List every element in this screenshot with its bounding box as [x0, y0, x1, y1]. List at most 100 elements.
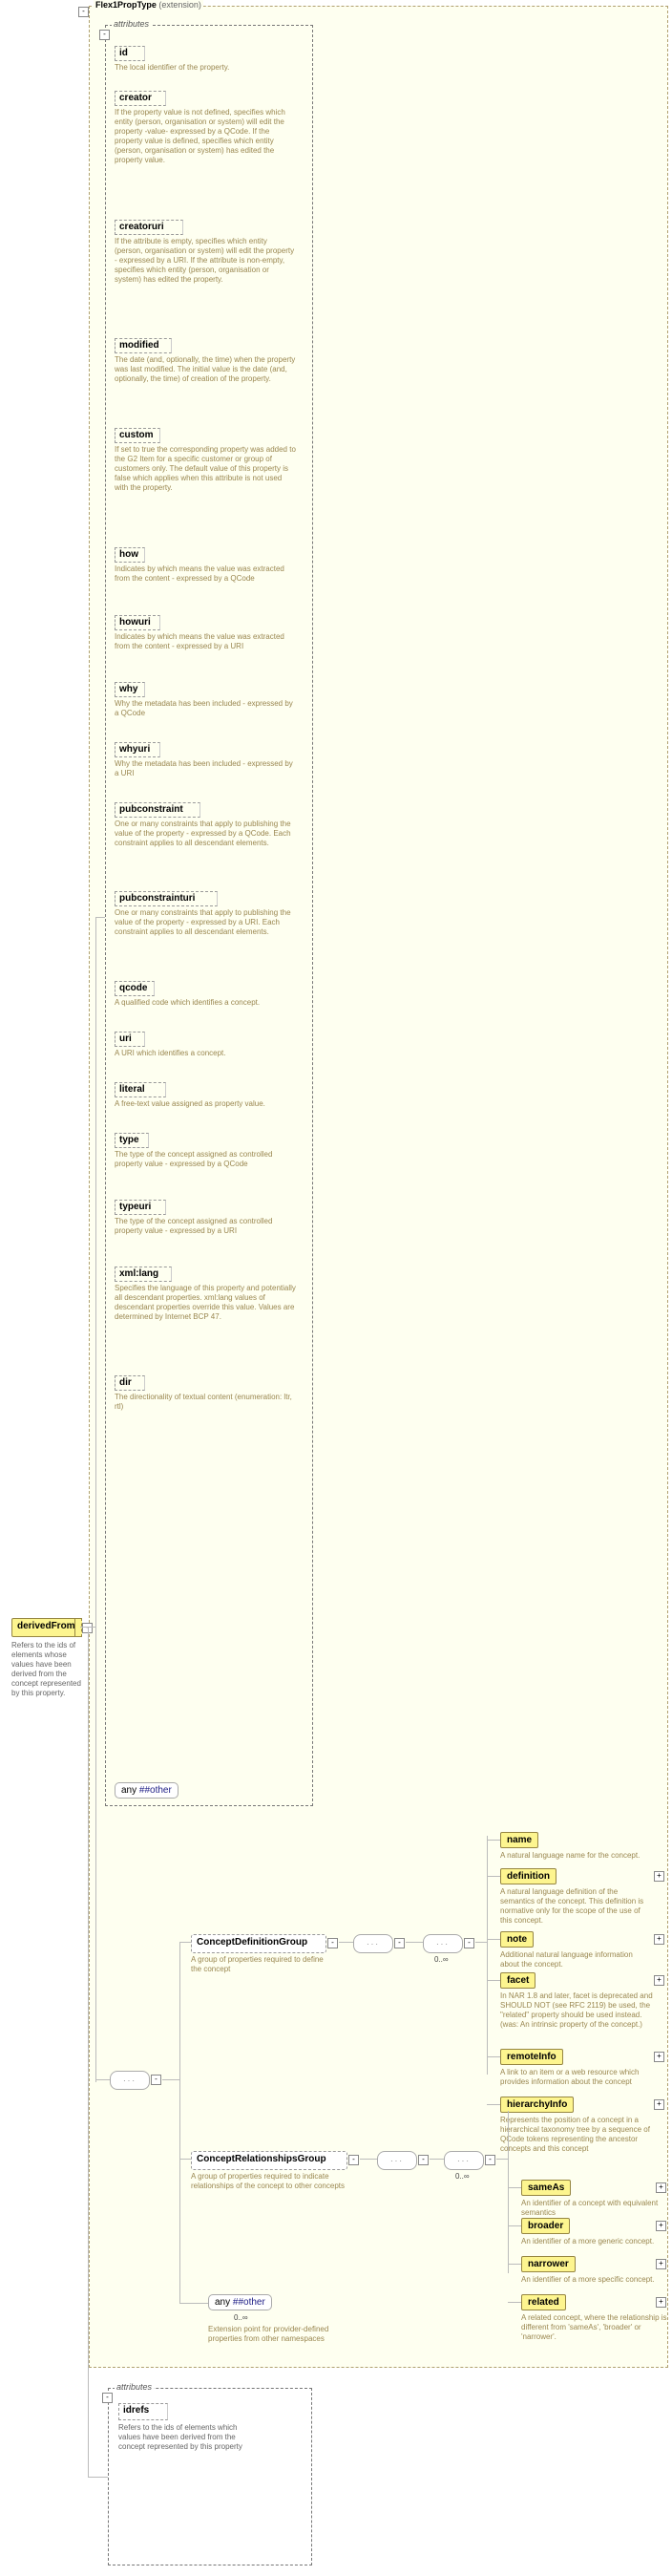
element-desc: A link to an item or a web resource whic… — [500, 2068, 653, 2087]
idrefs-desc: Refers to the ids of elements which valu… — [118, 2423, 242, 2452]
element-note[interactable]: note+Additional natural language informa… — [500, 1931, 662, 1969]
attribute-desc: If the attribute is empty, specifies whi… — [115, 237, 296, 285]
expand-icon[interactable]: - — [151, 2075, 161, 2085]
cardinality: 0..∞ — [234, 2313, 248, 2322]
attribute-how[interactable]: how — [115, 547, 145, 563]
element-label: definition — [500, 1868, 556, 1884]
any-other-desc: Extension point for provider-defined pro… — [208, 2325, 342, 2344]
sequence-connector[interactable]: ··· — [423, 1934, 463, 1953]
element-narrower[interactable]: narrower+An identifier of a more specifi… — [521, 2256, 664, 2285]
sequence-connector[interactable]: ··· — [444, 2151, 484, 2170]
attribute-label: xml:lang — [116, 1267, 171, 1280]
element-label: derivedFrom — [12, 1619, 81, 1633]
expand-icon[interactable]: - — [418, 2155, 429, 2165]
element-derivedFrom[interactable]: derivedFrom - — [11, 1618, 82, 1637]
element-desc: In NAR 1.8 and later, facet is deprecate… — [500, 1991, 653, 2030]
element-label: narrower — [521, 2256, 576, 2272]
group-desc: A group of properties required to define… — [191, 1955, 325, 1974]
attribute-xml-lang[interactable]: xml:lang — [115, 1267, 172, 1282]
expand-icon[interactable]: - — [394, 1938, 405, 1948]
element-definition[interactable]: definition +A natural language definition… — [500, 1868, 662, 1926]
expand-icon[interactable]: + — [656, 2182, 666, 2193]
attribute-idrefs[interactable]: idrefs — [118, 2403, 168, 2420]
element-hierarchyInfo[interactable]: hierarchyInfo+Represents the position of… — [500, 2097, 662, 2154]
collapse-icon[interactable]: - — [102, 2393, 113, 2403]
attribute-pubconstrainturi[interactable]: pubconstrainturi — [115, 891, 218, 906]
attribute-desc: The date (and, optionally, the time) whe… — [115, 355, 296, 384]
attribute-qcode[interactable]: qcode — [115, 981, 155, 996]
element-sameAs[interactable]: sameAs+An identifier of a concept with e… — [521, 2180, 664, 2218]
attribute-desc: Why the metadata has been included - exp… — [115, 759, 296, 778]
sequence-connector[interactable]: ··· — [377, 2151, 417, 2170]
attribute-label: whyuri — [116, 743, 159, 756]
element-remoteInfo[interactable]: remoteInfo +A link to an item or a web re… — [500, 2049, 662, 2087]
attribute-desc: The type of the concept assigned as cont… — [115, 1150, 296, 1169]
element-label: hierarchyInfo — [500, 2097, 574, 2113]
attribute-modified[interactable]: modified — [115, 338, 172, 353]
attribute-label: how — [116, 548, 144, 561]
attribute-label: literal — [116, 1083, 165, 1096]
attribute-desc: Why the metadata has been included - exp… — [115, 699, 296, 718]
element-label: related — [521, 2294, 566, 2310]
expand-icon[interactable]: + — [654, 1934, 664, 1945]
element-desc: An identifier of a concept with equivale… — [521, 2199, 672, 2218]
element-desc: Additional natural language information … — [500, 1950, 653, 1969]
attribute-label: type — [116, 1134, 148, 1146]
attribute-whyuri[interactable]: whyuri — [115, 742, 160, 757]
element-facet[interactable]: facet+In NAR 1.8 and later, facet is dep… — [500, 1972, 662, 2030]
attribute-label: idrefs — [119, 2404, 167, 2416]
element-desc: A natural language definition of the sem… — [500, 1887, 653, 1926]
attribute-typeuri[interactable]: typeuri — [115, 1200, 166, 1215]
attribute-label: creator — [116, 92, 165, 104]
attribute-uri[interactable]: uri — [115, 1032, 145, 1047]
collapse-icon[interactable]: - — [99, 30, 110, 40]
attribute-howuri[interactable]: howuri — [115, 615, 160, 630]
sequence-connector[interactable]: ··· — [110, 2071, 150, 2090]
expand-icon[interactable]: + — [656, 2297, 666, 2308]
attribute-desc: The type of the concept assigned as cont… — [115, 1217, 296, 1236]
element-name[interactable]: nameA natural language name for the conc… — [500, 1832, 662, 1861]
attribute-dir[interactable]: dir — [115, 1375, 145, 1391]
expand-icon[interactable]: + — [656, 2221, 666, 2231]
attribute-pubconstraint[interactable]: pubconstraint — [115, 802, 200, 818]
attribute-id[interactable]: id — [115, 46, 145, 61]
expand-icon[interactable]: + — [654, 1975, 664, 1986]
expand-icon[interactable]: - — [485, 2155, 495, 2165]
attribute-custom[interactable]: custom — [115, 428, 160, 443]
expand-icon[interactable]: + — [656, 2259, 666, 2269]
element-label: broader — [521, 2218, 570, 2234]
element-related[interactable]: related+A related concept, where the rel… — [521, 2294, 664, 2342]
attribute-label: uri — [116, 1033, 144, 1045]
attributes-heading: attributes — [112, 19, 151, 29]
element-label: remoteInfo — [500, 2049, 563, 2065]
expand-icon[interactable]: + — [654, 2099, 664, 2110]
collapse-icon[interactable]: - — [78, 7, 89, 17]
group-desc: A group of properties required to indica… — [191, 2172, 346, 2191]
sequence-connector[interactable]: ··· — [353, 1934, 393, 1953]
expand-icon[interactable]: - — [327, 1938, 338, 1948]
group-ConceptDefinitionGroup[interactable]: ConceptDefinitionGroup — [191, 1934, 326, 1953]
extension-title: Flex1PropType (extension) — [94, 0, 203, 10]
expand-icon[interactable]: - — [464, 1938, 474, 1948]
group-ConceptRelationshipsGroup[interactable]: ConceptRelationshipsGroup — [191, 2151, 347, 2170]
attribute-label: custom — [116, 429, 159, 441]
attribute-why[interactable]: why — [115, 682, 145, 697]
element-desc: An identifier of a more specific concept… — [521, 2275, 672, 2285]
attribute-label: why — [116, 683, 144, 695]
attribute-literal[interactable]: literal — [115, 1082, 166, 1097]
any-other-attr: any ##other — [115, 1782, 178, 1799]
expand-icon[interactable]: - — [348, 2155, 359, 2165]
element-broader[interactable]: broader+An identifier of a more generic … — [521, 2218, 664, 2246]
attribute-type[interactable]: type — [115, 1133, 149, 1148]
attribute-creator[interactable]: creator — [115, 91, 166, 106]
attribute-desc: Indicates by which means the value was e… — [115, 632, 296, 651]
attribute-label: pubconstrainturi — [116, 892, 217, 905]
expand-icon[interactable]: + — [654, 1871, 664, 1882]
attribute-desc: If set to true the corresponding propert… — [115, 445, 296, 493]
element-label: name — [500, 1832, 538, 1848]
attribute-creatoruri[interactable]: creatoruri — [115, 220, 183, 235]
attribute-desc: A free-text value assigned as property v… — [115, 1099, 296, 1109]
expand-icon[interactable]: + — [654, 2052, 664, 2062]
attribute-desc: Indicates by which means the value was e… — [115, 564, 296, 584]
attribute-desc: A qualified code which identifies a conc… — [115, 998, 296, 1008]
